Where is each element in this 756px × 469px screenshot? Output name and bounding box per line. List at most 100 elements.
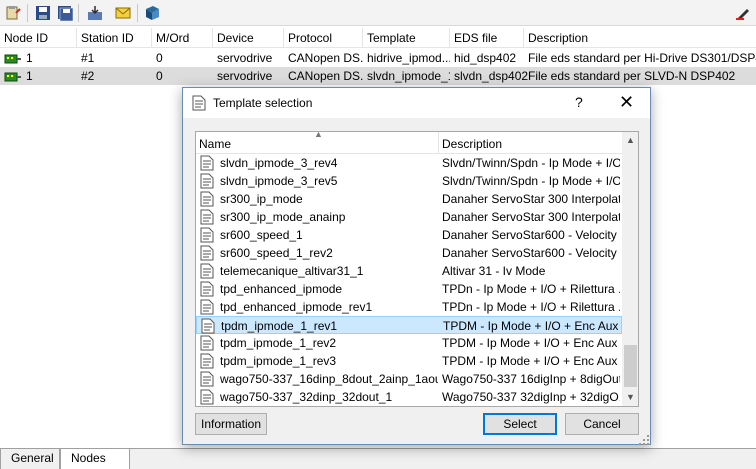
template-file-icon bbox=[200, 389, 214, 406]
template-list-header: ▲ Name Description bbox=[196, 132, 622, 154]
template-name: sr600_speed_1_rev2 bbox=[220, 246, 333, 260]
list-item[interactable]: wago750-337_16dinp_8dout_2ainp_1aout_1 Wa… bbox=[196, 370, 622, 388]
cell-eds-file: slvdn_dsp402 bbox=[454, 69, 529, 83]
column-header-description[interactable]: Description bbox=[524, 28, 756, 48]
column-header-eds-file[interactable]: EDS file bbox=[450, 28, 524, 48]
template-description: TPDM - Ip Mode + I/O + Enc Aux bbox=[443, 319, 619, 333]
cell-device: servodrive bbox=[217, 69, 273, 83]
list-item[interactable]: tpd_enhanced_ipmode_rev1 TPDn - Ip Mode +… bbox=[196, 298, 622, 316]
column-header-description[interactable]: Description bbox=[439, 132, 622, 154]
cell-template: slvdn_ipmode_1 bbox=[367, 69, 450, 83]
email-icon[interactable] bbox=[113, 3, 133, 23]
template-selection-dialog: Template selection ? ✕ ▲ Name Descriptio… bbox=[182, 87, 651, 445]
nodes-grid-header: Node ID Station ID M/Ord Device Protocol… bbox=[0, 28, 756, 48]
template-description: Danaher ServoStar600 - Velocity ... bbox=[442, 228, 620, 242]
template-description: TPDn - Ip Mode + I/O + Rilettura ... bbox=[442, 282, 620, 296]
list-item[interactable]: tpdm_ipmode_1_rev3 TPDM - Ip Mode + I/O +… bbox=[196, 352, 622, 370]
table-row[interactable]: 1 #2 0 servodrive CANopen DS... slvdn_ip… bbox=[0, 67, 756, 85]
column-header-protocol[interactable]: Protocol bbox=[284, 28, 363, 48]
cell-protocol: CANopen DS... bbox=[288, 51, 363, 65]
edit-icon[interactable] bbox=[733, 3, 753, 23]
toolbar bbox=[0, 0, 756, 26]
template-description: Wago750-337 16digInp + 8digOut... bbox=[442, 372, 620, 386]
template-description: Danaher ServoStar 300 Interpolat... bbox=[442, 192, 620, 206]
list-item[interactable]: slvdn_ipmode_3_rev5 Slvdn/Twinn/Spdn - Ip… bbox=[196, 172, 622, 190]
template-file-icon bbox=[192, 95, 206, 114]
template-description: Slvdn/Twinn/Spdn - Ip Mode + I/O... bbox=[442, 156, 620, 170]
list-item[interactable]: sr300_ip_mode Danaher ServoStar 300 Inter… bbox=[196, 190, 622, 208]
cell-description: File eds standard per SLVD-N DSP402 bbox=[528, 69, 736, 83]
tab-general[interactable]: General bbox=[0, 449, 60, 469]
scroll-down-icon[interactable]: ▼ bbox=[622, 389, 638, 406]
cell-node-id: 1 bbox=[26, 51, 33, 65]
bottom-tab-bar: General Nodes list bbox=[0, 448, 756, 469]
tab-nodes-list[interactable]: Nodes list bbox=[60, 449, 130, 469]
cell-node-id: 1 bbox=[26, 69, 33, 83]
resize-grip-icon[interactable] bbox=[639, 434, 649, 445]
template-description: Wago750-337 32digInp + 32digO... bbox=[442, 390, 620, 404]
cancel-button[interactable]: Cancel bbox=[565, 413, 639, 435]
import-icon[interactable] bbox=[85, 3, 105, 23]
column-header-station-id[interactable]: Station ID bbox=[77, 28, 152, 48]
cell-description: File eds standard per Hi-Drive DS301/DSP… bbox=[528, 51, 756, 65]
toolbar-separator bbox=[137, 4, 138, 22]
column-header-device[interactable]: Device bbox=[213, 28, 284, 48]
scrollbar-thumb[interactable] bbox=[624, 345, 637, 387]
template-list[interactable]: ▲ Name Description slvdn_ipmode_3_rev4 Sl… bbox=[195, 131, 639, 407]
dialog-title: Template selection bbox=[213, 96, 313, 110]
template-name: wago750-337_32dinp_32dout_1 bbox=[220, 390, 393, 404]
select-button[interactable]: Select bbox=[483, 413, 557, 435]
template-name: wago750-337_16dinp_8dout_2ainp_1aout_1 bbox=[220, 372, 438, 386]
information-button[interactable]: Information bbox=[195, 413, 267, 435]
template-description: TPDM - Ip Mode + I/O + Enc Aux bbox=[442, 354, 618, 368]
help-button[interactable]: ? bbox=[575, 94, 583, 110]
template-name: sr300_ip_mode_anainp bbox=[220, 210, 346, 224]
cell-station-id: #1 bbox=[81, 51, 95, 65]
list-item[interactable]: telemecanique_altivar31_1 Altivar 31 - Iv… bbox=[196, 262, 622, 280]
list-item[interactable]: tpd_enhanced_ipmode TPDn - Ip Mode + I/O … bbox=[196, 280, 622, 298]
template-name: telemecanique_altivar31_1 bbox=[220, 264, 364, 278]
clipboard-icon[interactable] bbox=[3, 3, 23, 23]
template-description: Slvdn/Twinn/Spdn - Ip Mode + I/O... bbox=[442, 174, 620, 188]
list-item[interactable]: sr600_speed_1 Danaher ServoStar600 - Velo… bbox=[196, 226, 622, 244]
template-name: slvdn_ipmode_3_rev5 bbox=[220, 174, 338, 188]
list-item[interactable]: tpdm_ipmode_1_rev1 TPDM - Ip Mode + I/O +… bbox=[196, 316, 622, 334]
template-name: sr600_speed_1 bbox=[220, 228, 303, 242]
network-node-icon bbox=[2, 70, 22, 88]
column-header-node-id[interactable]: Node ID bbox=[0, 28, 77, 48]
list-item[interactable]: wago750-337_32dinp_32dout_1 Wago750-337 3… bbox=[196, 388, 622, 406]
list-item[interactable]: tpdm_ipmode_1_rev2 TPDM - Ip Mode + I/O +… bbox=[196, 334, 622, 352]
column-header-mord[interactable]: M/Ord bbox=[152, 28, 213, 48]
cell-mord: 0 bbox=[156, 51, 163, 65]
template-description: Danaher ServoStar 300 Interpolat... bbox=[442, 210, 620, 224]
toolbar-separator bbox=[27, 4, 28, 22]
template-description: Altivar 31 - Iv Mode bbox=[442, 264, 546, 278]
table-row[interactable]: 1 #1 0 servodrive CANopen DS... hidrive_… bbox=[0, 49, 756, 67]
cell-eds-file: hid_dsp402 bbox=[454, 51, 517, 65]
template-description: Danaher ServoStar600 - Velocity ... bbox=[442, 246, 620, 260]
close-button[interactable]: ✕ bbox=[619, 92, 634, 113]
save-icon[interactable] bbox=[33, 3, 53, 23]
template-description: TPDn - Ip Mode + I/O + Rilettura ... bbox=[442, 300, 620, 314]
template-name: sr300_ip_mode bbox=[220, 192, 303, 206]
book-icon[interactable] bbox=[142, 3, 162, 23]
list-item[interactable]: slvdn_ipmode_3_rev4 Slvdn/Twinn/Spdn - Ip… bbox=[196, 154, 622, 172]
scroll-up-icon[interactable]: ▲ bbox=[622, 132, 638, 149]
template-name: slvdn_ipmode_3_rev4 bbox=[220, 156, 338, 170]
template-name: tpd_enhanced_ipmode_rev1 bbox=[220, 300, 373, 314]
cell-protocol: CANopen DS... bbox=[288, 69, 363, 83]
column-header-template[interactable]: Template bbox=[363, 28, 450, 48]
cell-station-id: #2 bbox=[81, 69, 95, 83]
template-description: TPDM - Ip Mode + I/O + Enc Aux bbox=[442, 336, 618, 350]
save-all-icon[interactable] bbox=[55, 3, 75, 23]
template-name: tpdm_ipmode_1_rev2 bbox=[220, 336, 337, 350]
toolbar-separator bbox=[78, 4, 79, 22]
column-header-name[interactable]: Name bbox=[196, 132, 439, 154]
list-item[interactable]: sr300_ip_mode_anainp Danaher ServoStar 30… bbox=[196, 208, 622, 226]
template-name: tpd_enhanced_ipmode bbox=[220, 282, 343, 296]
template-name: tpdm_ipmode_1_rev3 bbox=[220, 354, 337, 368]
list-scrollbar[interactable]: ▲ ▼ bbox=[622, 132, 638, 406]
template-name: tpdm_ipmode_1_rev1 bbox=[221, 319, 338, 333]
list-item[interactable]: sr600_speed_1_rev2 Danaher ServoStar600 -… bbox=[196, 244, 622, 262]
cell-device: servodrive bbox=[217, 51, 273, 65]
